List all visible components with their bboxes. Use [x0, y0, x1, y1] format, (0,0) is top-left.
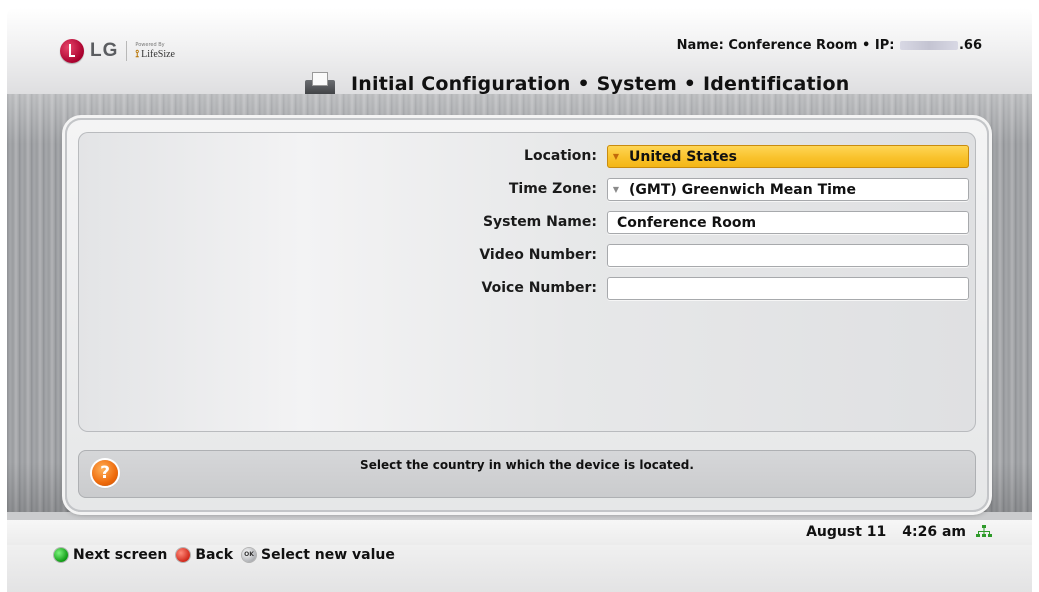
time: 4:26 am	[902, 524, 966, 540]
brand-logo: LG Powered By ⟟ LifeSize	[60, 37, 175, 65]
voice-number-label: Voice Number:	[481, 280, 597, 296]
main-panel: Location: ▼ United States Time Zone: ▼ (…	[65, 118, 989, 512]
device-info: Name: Conference Room • IP: .66	[677, 38, 982, 53]
date: August 11	[806, 524, 887, 540]
help-box: ? Select the country in which the device…	[78, 450, 976, 498]
page-title: Initial Configuration • System • Identif…	[351, 73, 850, 95]
hint-back[interactable]: Back	[176, 547, 233, 563]
button-hints: Next screen Back OK Select new value	[54, 547, 404, 563]
powered-by-text: Powered By	[135, 41, 165, 48]
info-separator: •	[862, 38, 871, 53]
dropdown-arrow-icon: ▼	[612, 152, 620, 161]
location-row: Location: ▼ United States	[78, 145, 976, 169]
ip-prefix: IP:	[874, 38, 895, 53]
location-label: Location:	[524, 148, 597, 164]
system-name-value: Conference Room	[617, 214, 757, 231]
red-button-icon	[176, 548, 191, 562]
screen: LG Powered By ⟟ LifeSize Name: Conference…	[7, 8, 1032, 592]
voice-number-row: Voice Number:	[78, 277, 976, 301]
ok-button-icon: OK	[242, 548, 257, 562]
name-prefix: Name:	[676, 38, 724, 53]
system-name-row: System Name: Conference Room	[78, 211, 976, 235]
green-button-icon	[54, 548, 68, 562]
video-number-label: Video Number:	[479, 247, 597, 263]
time-zone-label: Time Zone:	[508, 181, 597, 197]
hint-select-new-value-label: Select new value	[261, 547, 395, 563]
system-name-field[interactable]: Conference Room	[607, 211, 969, 234]
system-name-label: System Name:	[482, 214, 597, 230]
network-icon	[976, 525, 992, 539]
status-bar: August 11 4:26 am	[7, 520, 1032, 545]
page-title-row: Initial Configuration • System • Identif…	[305, 72, 849, 96]
powered-by-logo: Powered By ⟟ LifeSize	[135, 41, 175, 60]
device-name: Conference Room	[728, 38, 858, 53]
time-zone-row: Time Zone: ▼ (GMT) Greenwich Mean Time	[78, 178, 976, 202]
location-value: United States	[629, 148, 737, 165]
form-area: Location: ▼ United States Time Zone: ▼ (…	[78, 132, 976, 432]
datetime: August 11 4:26 am	[806, 524, 992, 540]
help-text: Select the country in which the device i…	[360, 458, 694, 472]
location-select[interactable]: ▼ United States	[607, 145, 969, 168]
hint-back-label: Back	[195, 547, 234, 563]
ip-redacted	[899, 41, 958, 50]
hint-select-new-value[interactable]: OK Select new value	[242, 547, 395, 563]
configuration-icon	[305, 72, 335, 96]
time-zone-value: (GMT) Greenwich Mean Time	[629, 181, 857, 198]
video-number-row: Video Number:	[78, 244, 976, 268]
lg-logo-text: LG	[90, 40, 119, 61]
lifesize-logo: ⟟ LifeSize	[135, 48, 175, 60]
lifesize-mark-icon: ⟟	[135, 48, 140, 60]
voice-number-field[interactable]	[607, 277, 969, 300]
header: LG Powered By ⟟ LifeSize Name: Conference…	[7, 8, 1032, 100]
hint-next-screen-label: Next screen	[73, 547, 168, 563]
hint-next-screen[interactable]: Next screen	[54, 547, 167, 563]
footer: Next screen Back OK Select new value	[7, 545, 1032, 592]
ip-suffix: .66	[958, 38, 982, 53]
video-number-field[interactable]	[607, 244, 969, 267]
lifesize-text: LifeSize	[141, 48, 175, 60]
time-zone-select[interactable]: ▼ (GMT) Greenwich Mean Time	[607, 178, 969, 201]
lg-logo-icon	[60, 39, 84, 63]
dropdown-arrow-icon: ▼	[612, 185, 620, 194]
logo-divider	[126, 41, 128, 61]
